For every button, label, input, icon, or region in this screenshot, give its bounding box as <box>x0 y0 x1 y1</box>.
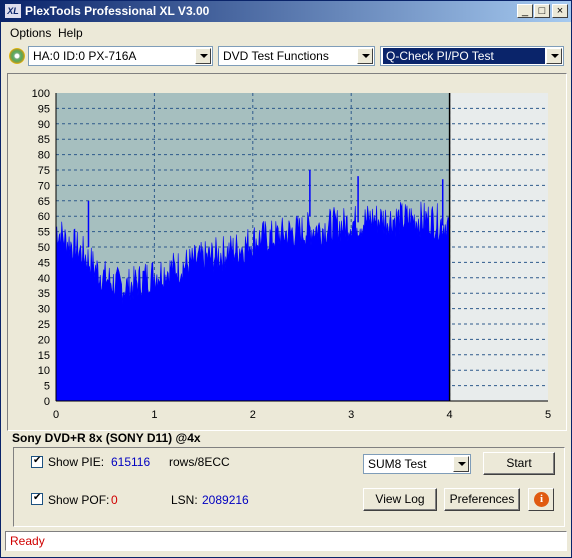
sum-test-value: SUM8 Test <box>368 457 427 471</box>
y-tick-label: 100 <box>32 88 50 100</box>
y-tick-label: 85 <box>38 134 50 146</box>
show-pie-checkbox[interactable] <box>31 455 43 468</box>
y-tick-label: 40 <box>38 273 50 285</box>
pipo-chart: 0 5 10 15 20 25 30 35 40 45 50 55 60 65 70 75 80 85 90 95 10… <box>7 73 567 431</box>
x-tick-label: 0 <box>53 409 59 421</box>
test-select[interactable]: Q-Check PI/PO Test <box>380 46 564 66</box>
show-pie-label[interactable]: Show PIE: <box>48 455 104 469</box>
disc-info-label: Sony DVD+R 8x (SONY D11) @4x <box>12 431 201 445</box>
y-tick-label: 5 <box>44 381 50 393</box>
test-select-value: Q-Check PI/PO Test <box>383 48 545 64</box>
view-log-button[interactable]: View Log <box>363 488 437 511</box>
x-tick-label: 5 <box>545 409 551 421</box>
y-tick-label: 25 <box>38 319 50 331</box>
y-tick-label: 95 <box>38 103 50 115</box>
y-tick-label: 0 <box>44 396 50 408</box>
y-tick-label: 90 <box>38 119 50 131</box>
pipo-chart-svg: 0510152025303540455055606570758085909510… <box>32 88 551 421</box>
info-icon: i <box>534 492 549 507</box>
lsn-label: LSN: <box>171 493 198 507</box>
y-tick-label: 80 <box>38 150 50 162</box>
y-tick-label: 15 <box>38 350 50 362</box>
y-tick-label: 50 <box>38 242 50 254</box>
y-tick-label: 20 <box>38 334 50 346</box>
drive-select[interactable]: HA:0 ID:0 PX-716A <box>28 46 213 66</box>
toolbar: HA:0 ID:0 PX-716A DVD Test Functions Q-C… <box>1 43 571 71</box>
x-tick-label: 2 <box>250 409 256 421</box>
y-tick-label: 75 <box>38 165 50 177</box>
menu-help[interactable]: Help <box>58 26 83 40</box>
pof-total-value: 0 <box>111 493 118 507</box>
chevron-down-icon[interactable] <box>546 48 562 64</box>
functions-select-value: DVD Test Functions <box>223 49 329 63</box>
app-window: XL PlexTools Professional XL V3.00 _ □ ×… <box>0 0 572 558</box>
chevron-down-icon[interactable] <box>453 456 469 472</box>
window-title: PlexTools Professional XL V3.00 <box>25 4 210 18</box>
y-tick-label: 60 <box>38 211 50 223</box>
title-bar[interactable]: XL PlexTools Professional XL V3.00 _ □ × <box>1 1 571 22</box>
y-tick-label: 30 <box>38 304 50 316</box>
close-button[interactable]: × <box>552 4 568 18</box>
y-tick-label: 65 <box>38 196 50 208</box>
y-tick-label: 35 <box>38 288 50 300</box>
show-pof-label[interactable]: Show POF: <box>48 493 109 507</box>
chevron-down-icon[interactable] <box>357 48 373 64</box>
x-tick-label: 1 <box>151 409 157 421</box>
sum-test-select[interactable]: SUM8 Test <box>363 454 471 474</box>
rows-unit-label: rows/8ECC <box>169 455 230 469</box>
info-button[interactable]: i <box>528 488 554 511</box>
y-tick-label: 10 <box>38 365 50 377</box>
show-pof-checkbox[interactable] <box>31 492 43 505</box>
app-logo-icon: XL <box>5 4 21 18</box>
menu-bar: Options Help <box>1 23 571 42</box>
menu-options[interactable]: Options <box>10 26 51 40</box>
pie-total-value: 615116 <box>111 455 151 469</box>
y-tick-label: 55 <box>38 227 50 239</box>
x-tick-label: 4 <box>447 409 453 421</box>
chevron-down-icon[interactable] <box>195 48 211 64</box>
maximize-button[interactable]: □ <box>534 4 550 18</box>
drive-select-value: HA:0 ID:0 PX-716A <box>33 49 137 63</box>
functions-select[interactable]: DVD Test Functions <box>218 46 375 66</box>
y-tick-label: 70 <box>38 180 50 192</box>
lsn-value: 2089216 <box>202 493 249 507</box>
status-text: Ready <box>10 534 45 548</box>
start-button[interactable]: Start <box>483 452 555 475</box>
x-tick-label: 3 <box>348 409 354 421</box>
disc-drive-icon <box>9 48 25 64</box>
preferences-button[interactable]: Preferences <box>444 488 520 511</box>
y-tick-label: 45 <box>38 257 50 269</box>
status-bar: Ready <box>5 531 567 551</box>
minimize-button[interactable]: _ <box>517 4 533 18</box>
